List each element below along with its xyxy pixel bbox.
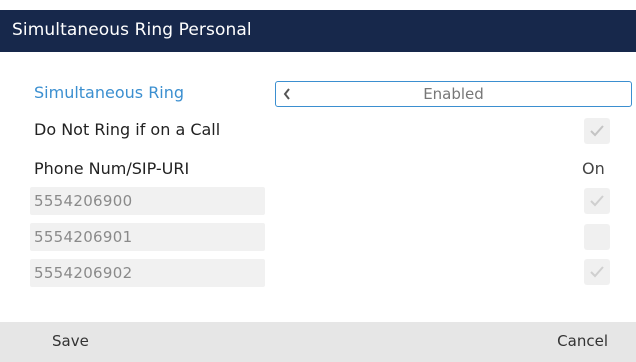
check-icon — [590, 195, 604, 207]
check-icon — [590, 266, 604, 278]
page-title: Simultaneous Ring Personal — [12, 20, 252, 40]
phone-number-checkbox[interactable] — [584, 259, 610, 285]
phone-number-checkbox[interactable] — [584, 224, 610, 250]
phone-num-header-label: Phone Num/SIP-URI — [34, 159, 190, 178]
simultaneous-ring-value: Enabled — [423, 85, 484, 103]
phone-number-value: 5554206901 — [34, 228, 133, 246]
phone-number-value: 5554206900 — [34, 192, 133, 210]
on-column-header: On — [582, 159, 605, 178]
title-bar: Simultaneous Ring Personal — [0, 10, 636, 52]
phone-number-row[interactable]: 5554206901 — [30, 223, 265, 251]
phone-number-checkbox[interactable] — [584, 188, 610, 214]
cancel-button[interactable]: Cancel — [557, 332, 608, 350]
check-icon — [590, 125, 604, 137]
save-button[interactable]: Save — [52, 332, 89, 350]
do-not-ring-label: Do Not Ring if on a Call — [34, 120, 221, 139]
simultaneous-ring-selector[interactable]: Enabled — [275, 81, 632, 107]
phone-screen: Simultaneous Ring Personal Simultaneous … — [0, 0, 636, 362]
phone-number-row[interactable]: 5554206902 — [30, 259, 265, 287]
simultaneous-ring-label: Simultaneous Ring — [34, 83, 185, 102]
softkey-bar: Save Cancel — [0, 322, 636, 362]
phone-number-value: 5554206902 — [34, 264, 133, 282]
do-not-ring-checkbox[interactable] — [584, 118, 610, 144]
phone-number-row[interactable]: 5554206900 — [30, 187, 265, 215]
